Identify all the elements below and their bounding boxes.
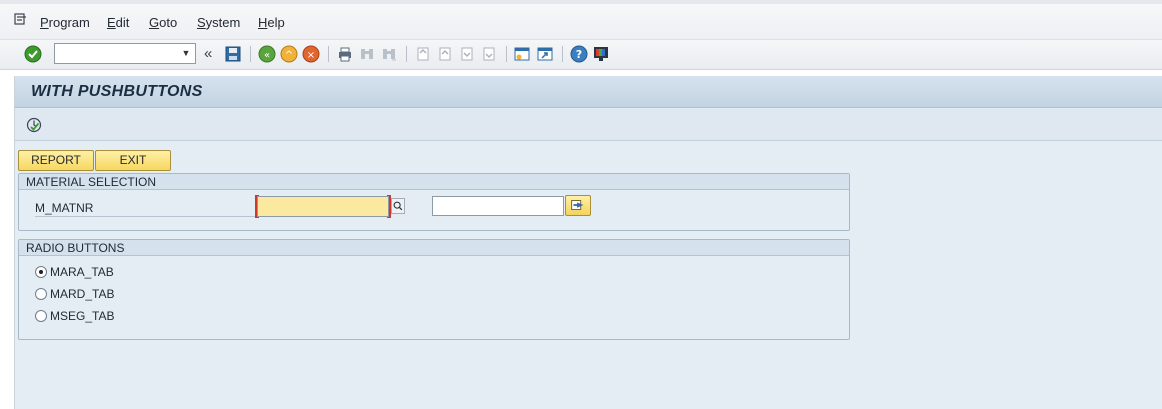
print-icon[interactable] bbox=[336, 45, 354, 63]
toolbar-separator bbox=[506, 46, 507, 62]
multiple-selection-button[interactable] bbox=[565, 195, 591, 216]
menu-bar: Program Edit Goto System Help bbox=[0, 0, 1162, 39]
svg-text:?: ? bbox=[576, 48, 582, 61]
first-page-icon[interactable] bbox=[414, 45, 432, 63]
next-page-icon[interactable] bbox=[458, 45, 476, 63]
search-help-icon[interactable] bbox=[391, 198, 405, 214]
radio-buttons-header: RADIO BUTTONS bbox=[19, 240, 849, 256]
application-toolbar bbox=[15, 109, 1162, 141]
toolbar-separator bbox=[250, 46, 251, 62]
enter-icon[interactable] bbox=[24, 45, 42, 63]
matnr-label: M_MATNR bbox=[35, 201, 255, 217]
dropdown-icon[interactable]: ▼ bbox=[179, 46, 193, 61]
radio-mara[interactable] bbox=[35, 266, 47, 278]
command-field[interactable]: ▼ bbox=[54, 43, 196, 64]
material-selection-group: MATERIAL SELECTION M_MATNR bbox=[18, 173, 850, 231]
matnr-low-input[interactable] bbox=[257, 196, 389, 217]
radio-mard-label: MARD_TAB bbox=[50, 287, 115, 301]
radio-mard[interactable] bbox=[35, 288, 47, 300]
toolbar-separator bbox=[562, 46, 563, 62]
menu-icon[interactable] bbox=[14, 13, 28, 25]
radio-mseg[interactable] bbox=[35, 310, 47, 322]
new-session-icon[interactable] bbox=[513, 45, 531, 63]
radio-buttons-group: RADIO BUTTONS MARA_TAB MARD_TAB MSEG_TAB bbox=[18, 239, 850, 340]
back-icon[interactable]: « bbox=[258, 45, 276, 63]
find-icon[interactable] bbox=[358, 45, 376, 63]
menu-goto[interactable]: Goto bbox=[149, 15, 177, 30]
menu-system[interactable]: System bbox=[197, 15, 240, 30]
execute-icon[interactable] bbox=[26, 117, 42, 133]
required-bracket-left bbox=[255, 195, 259, 218]
find-next-icon[interactable] bbox=[380, 45, 398, 63]
menu-edit[interactable]: Edit bbox=[107, 15, 129, 30]
exit-icon[interactable]: ^ bbox=[280, 45, 298, 63]
exit-button[interactable]: EXIT bbox=[95, 150, 171, 171]
matnr-high-input[interactable] bbox=[432, 196, 564, 216]
menu-help[interactable]: Help bbox=[258, 15, 285, 30]
layout-icon[interactable] bbox=[592, 45, 610, 63]
svg-text:^: ^ bbox=[285, 50, 293, 61]
title-bar: WITH PUSHBUTTONS bbox=[15, 76, 1162, 108]
save-icon[interactable] bbox=[224, 45, 242, 63]
toolbar-separator bbox=[406, 46, 407, 62]
shortcut-icon[interactable] bbox=[536, 45, 554, 63]
page-title: WITH PUSHBUTTONS bbox=[31, 83, 203, 100]
radio-mseg-label: MSEG_TAB bbox=[50, 309, 115, 323]
report-button[interactable]: REPORT bbox=[18, 150, 94, 171]
last-page-icon[interactable] bbox=[480, 45, 498, 63]
svg-text:×: × bbox=[307, 50, 315, 61]
help-icon[interactable]: ? bbox=[570, 45, 588, 63]
toolbar-separator bbox=[328, 46, 329, 62]
workspace: WITH PUSHBUTTONS REPORT EXIT MATERIAL SE… bbox=[14, 76, 1162, 409]
svg-text:«: « bbox=[264, 50, 270, 61]
material-selection-header: MATERIAL SELECTION bbox=[19, 174, 849, 190]
radio-mara-label: MARA_TAB bbox=[50, 265, 114, 279]
cancel-icon[interactable]: × bbox=[302, 45, 320, 63]
standard-toolbar: ▼ « « ^ × ? bbox=[0, 39, 1162, 70]
multiple-selection-icon bbox=[571, 200, 584, 211]
chevron-left-icon[interactable]: « bbox=[204, 45, 212, 62]
previous-page-icon[interactable] bbox=[436, 45, 454, 63]
menu-program[interactable]: Program bbox=[40, 15, 90, 30]
